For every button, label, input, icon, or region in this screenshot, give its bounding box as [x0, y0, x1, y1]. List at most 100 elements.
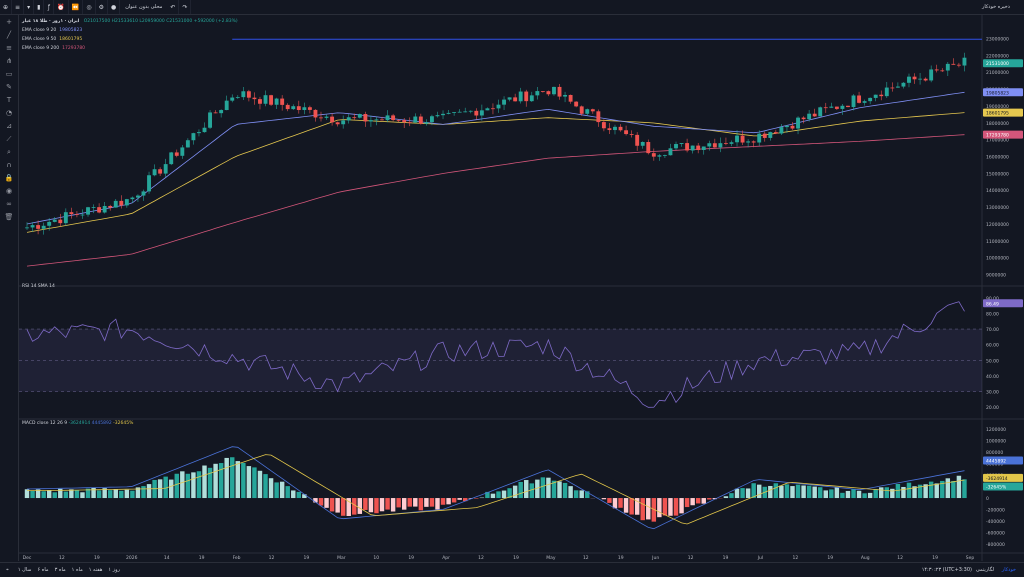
- macd-histogram-bar: [91, 488, 95, 498]
- macd-histogram-bar: [474, 498, 478, 499]
- macd-histogram-bar: [896, 484, 900, 498]
- candle-body: [813, 114, 817, 117]
- time-tick-label: 19: [94, 555, 100, 561]
- text-icon[interactable]: T: [3, 95, 15, 105]
- range-button[interactable]: سال ۱: [18, 567, 32, 573]
- candle-body: [92, 207, 96, 208]
- macd-histogram-bar: [668, 498, 672, 516]
- measure-icon[interactable]: ⊿: [3, 121, 15, 131]
- price-tick-label: 11000000: [986, 239, 1009, 245]
- macd-legend[interactable]: MACD close 12 26 9 -3624914 4445892 -326…: [22, 421, 133, 426]
- macd-tag: 4445892: [986, 459, 1006, 465]
- crosshair-icon[interactable]: +: [3, 17, 15, 27]
- macd-histogram-bar: [302, 494, 306, 498]
- price-tick-label: 14000000: [986, 188, 1009, 194]
- range-button[interactable]: ماه ۶: [37, 567, 48, 573]
- eye-icon[interactable]: ◉: [3, 186, 15, 196]
- alert-icon[interactable]: ⏰: [54, 0, 68, 14]
- magnet-icon[interactable]: ∩: [3, 160, 15, 170]
- price-tick-label: 16000000: [986, 155, 1009, 161]
- undo-icon[interactable]: ↶: [167, 0, 179, 14]
- candle-body: [508, 97, 512, 99]
- candle-body: [208, 112, 212, 127]
- ema20-label[interactable]: EMA close 9 20: [22, 28, 56, 33]
- drawing-toolbar: + ╱ ≡ ⋔ ▭ ✎ T ◔ ⊿ ⟋ ⌕ ∩ 🔒 ◉ ∞ 🗑: [0, 15, 19, 561]
- replay-icon[interactable]: ⏪: [69, 0, 83, 14]
- ema50-label[interactable]: EMA close 9 50: [22, 37, 56, 42]
- rsi-legend[interactable]: RSI 14 SMA 14: [22, 284, 55, 289]
- rectangle-icon[interactable]: ▭: [3, 69, 15, 79]
- macd-histogram-bar: [97, 490, 101, 498]
- save-layout-button[interactable]: ذخیره خودکار: [982, 0, 1010, 14]
- range-button[interactable]: روز ۱: [108, 567, 120, 573]
- untitled-layout-label[interactable]: محلی بدون عنوان: [120, 4, 167, 10]
- macd-histogram-bar: [30, 491, 34, 498]
- ema50-value: 18601795: [59, 35, 82, 44]
- trash-icon[interactable]: 🗑: [3, 212, 15, 222]
- dot-icon[interactable]: ●: [108, 0, 120, 14]
- redo-icon[interactable]: ↷: [179, 0, 191, 14]
- ruler-icon[interactable]: ⟋: [3, 134, 15, 144]
- macd-histogram-bar: [885, 487, 889, 498]
- pattern-icon[interactable]: ◔: [3, 108, 15, 118]
- candle-body: [69, 212, 73, 214]
- candle-body: [380, 119, 384, 120]
- rsi-tick-label: 80.00: [986, 311, 999, 317]
- range-button[interactable]: ماه ۱: [72, 567, 83, 573]
- range-button[interactable]: هفته ۱: [89, 567, 103, 573]
- interval-icon[interactable]: ▾: [24, 0, 34, 14]
- time-tick-label: 12: [478, 555, 484, 561]
- candle-body: [696, 146, 700, 150]
- chart-area[interactable]: 2300000022000000210000002000000019000000…: [19, 15, 1024, 561]
- link-icon[interactable]: ∞: [3, 199, 15, 209]
- lock-icon[interactable]: 🔒: [3, 173, 15, 183]
- time-tick-label: Aug: [861, 555, 870, 561]
- candle-body: [491, 108, 495, 109]
- horizontal-line-icon[interactable]: ≡: [3, 43, 15, 53]
- trendline-icon[interactable]: ╱: [3, 30, 15, 40]
- candle-body: [885, 88, 889, 97]
- symbol-title[interactable]: ایران · ۱روز · طلا ۱۸ عیار: [22, 19, 79, 24]
- camera-icon[interactable]: ◎: [83, 0, 95, 14]
- plus-icon[interactable]: ⊕: [0, 0, 12, 14]
- candle-body: [369, 120, 373, 121]
- candle-body: [485, 108, 489, 110]
- price-tick-label: 23000000: [986, 36, 1009, 42]
- price-tick-label: 10000000: [986, 256, 1009, 262]
- macd-tick-label: -200000: [986, 508, 1005, 514]
- macd-tick-label: 800000: [986, 450, 1003, 456]
- candle-body: [375, 119, 379, 120]
- ema200-label[interactable]: EMA close 9 200: [22, 46, 59, 51]
- candle-style-icon[interactable]: ▮: [34, 0, 44, 14]
- candle-body: [119, 201, 123, 206]
- price-tick-label: 13000000: [986, 205, 1009, 211]
- macd-histogram-bar: [962, 479, 966, 498]
- candle-body: [47, 222, 51, 226]
- macd-histogram-bar: [252, 467, 256, 498]
- candle-body: [524, 92, 528, 102]
- candle-body: [591, 109, 595, 111]
- chart-canvas[interactable]: 2300000022000000210000002000000019000000…: [19, 15, 1024, 561]
- settings-icon[interactable]: ⚙: [96, 0, 108, 14]
- candle-body: [852, 95, 856, 107]
- macd-tick-label: -600000: [986, 531, 1005, 537]
- symbol-search-icon[interactable]: ≡: [12, 0, 24, 14]
- clock-time[interactable]: ۱۴:۳۰:۲۳ (UTC+3:30): [922, 567, 972, 573]
- macd-histogram-bar: [335, 498, 339, 513]
- range-button[interactable]: ماه ۳: [55, 567, 66, 573]
- goto-date-icon[interactable]: ⌖: [6, 567, 9, 573]
- hist-tag: -32645%: [986, 485, 1007, 491]
- macd-v3: -32645%: [113, 421, 133, 426]
- macd-histogram-bar: [735, 489, 739, 498]
- macd-histogram-bar: [840, 493, 844, 498]
- brush-icon[interactable]: ✎: [3, 82, 15, 92]
- zoom-icon[interactable]: ⌕: [3, 147, 15, 157]
- auto-toggle[interactable]: خودکار: [1002, 567, 1016, 573]
- macd-histogram-bar: [108, 490, 112, 498]
- log-toggle[interactable]: لگاریتمی: [976, 567, 994, 573]
- pitchfork-icon[interactable]: ⋔: [3, 56, 15, 66]
- indicators-icon[interactable]: ƒ: [44, 0, 54, 14]
- macd-histogram-bar: [352, 498, 356, 515]
- macd-histogram-bar: [879, 487, 883, 498]
- candle-body: [264, 95, 268, 104]
